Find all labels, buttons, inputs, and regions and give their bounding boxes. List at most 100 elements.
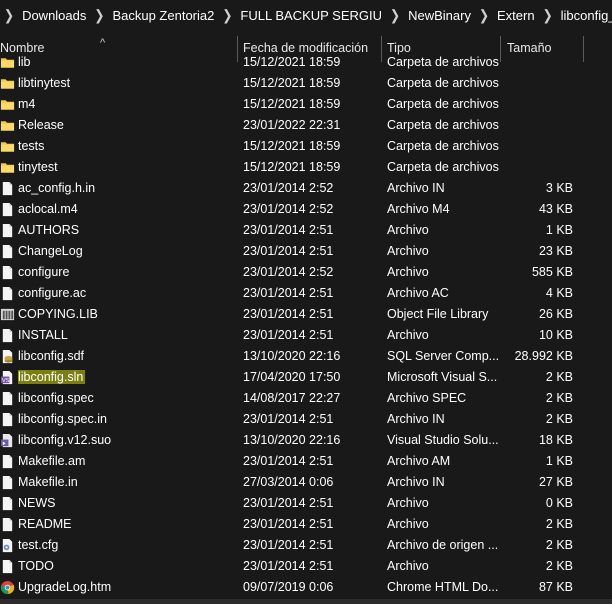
file-name: libtinytest <box>18 73 238 94</box>
file-row[interactable]: lib 15/12/2021 18:59 Carpeta de archivos <box>0 52 612 73</box>
file-type: Archivo <box>387 223 429 237</box>
file-type: Archivo <box>387 244 429 258</box>
file-type: Archivo AM <box>387 454 451 468</box>
file-row[interactable]: configure.ac 23/01/2014 2:51 Archivo AC 4 K… <box>0 283 612 304</box>
breadcrumb-item[interactable]: NewBinary <box>408 8 471 23</box>
file-date: 23/01/2014 2:51 <box>243 517 334 531</box>
file-row[interactable]: libconfig.spec.in 23/01/2014 2:51 Archivo … <box>0 409 612 430</box>
file-size <box>500 115 573 136</box>
file-icon <box>0 391 15 406</box>
file-row[interactable]: AUTHORS 23/01/2014 2:51 Archivo 1 KB <box>0 220 612 241</box>
file-row[interactable]: COPYING.LIB 23/01/2014 2:51 Object File Li… <box>0 304 612 325</box>
file-name-text: lib <box>18 55 31 69</box>
breadcrumb-item[interactable]: libconfig_source <box>561 8 612 23</box>
svg-text:VS: VS <box>2 378 10 384</box>
file-row[interactable]: libconfig.sdf 13/10/2020 22:16 SQL Server … <box>0 346 612 367</box>
file-row[interactable]: README 23/01/2014 2:51 Archivo 2 KB <box>0 514 612 535</box>
file-date: 15/12/2021 18:59 <box>243 76 341 90</box>
file-type: Carpeta de archivos <box>387 97 499 111</box>
file-name: NEWS <box>18 493 238 514</box>
file-row[interactable]: Makefile.am 23/01/2014 2:51 Archivo AM 1 KB <box>0 451 612 472</box>
file-size <box>500 52 573 73</box>
file-row[interactable]: INSTALL 23/01/2014 2:51 Archivo 10 KB <box>0 325 612 346</box>
file-date: 23/01/2014 2:51 <box>243 412 334 426</box>
file-date: 23/01/2014 2:52 <box>243 181 334 195</box>
file-name-text: README <box>18 517 72 531</box>
file-row[interactable]: Makefile.in 27/03/2014 0:06 Archivo IN 27 K… <box>0 472 612 493</box>
breadcrumb-item[interactable]: Backup Zentoria2 <box>112 8 214 23</box>
file-name: Makefile.in <box>18 472 238 493</box>
file-type: Archivo <box>387 265 429 279</box>
folder-icon <box>0 97 15 112</box>
file-type: Archivo <box>387 517 429 531</box>
file-row[interactable]: libconfig.v12.suo 13/10/2020 22:16 Visual … <box>0 430 612 451</box>
file-row[interactable]: TODO 23/01/2014 2:51 Archivo 2 KB <box>0 556 612 577</box>
file-row[interactable]: UpgradeLog.htm 09/07/2019 0:06 Chrome HTML… <box>0 577 612 598</box>
file-size: 2 KB <box>545 538 573 552</box>
file-size <box>500 73 573 94</box>
chevron-right-icon[interactable]: ❯ <box>382 7 408 24</box>
file-name: configure.ac <box>18 283 238 304</box>
file-icon <box>0 265 15 280</box>
file-type: Carpeta de archivos <box>387 139 499 153</box>
file-row[interactable]: ac_config.h.in 23/01/2014 2:52 Archivo IN 3… <box>0 178 612 199</box>
chevron-right-icon[interactable]: ❯ <box>214 7 240 24</box>
file-size: 43 KB <box>538 202 573 216</box>
chevron-right-icon[interactable]: ❯ <box>86 7 112 24</box>
file-date: 15/12/2021 18:59 <box>243 97 341 111</box>
file-name: README <box>18 514 238 535</box>
file-icon <box>0 202 15 217</box>
horizontal-scrollbar[interactable] <box>0 599 612 604</box>
file-name-text: NEWS <box>18 496 56 510</box>
file-date: 13/10/2020 22:16 <box>243 349 341 363</box>
file-date: 13/10/2020 22:16 <box>243 433 341 447</box>
file-row[interactable]: test.cfg 23/01/2014 2:51 Archivo de origen… <box>0 535 612 556</box>
breadcrumb-item[interactable]: FULL BACKUP SERGIU <box>240 8 382 23</box>
file-row[interactable]: NEWS 23/01/2014 2:51 Archivo 0 KB <box>0 493 612 514</box>
breadcrumb-item[interactable]: Downloads <box>22 8 86 23</box>
file-row[interactable]: configure 23/01/2014 2:52 Archivo 585 KB <box>0 262 612 283</box>
file-row[interactable]: aclocal.m4 23/01/2014 2:52 Archivo M4 43 KB <box>0 199 612 220</box>
file-size: 2 KB <box>545 517 573 531</box>
file-name: ac_config.h.in <box>18 178 238 199</box>
file-name: libconfig.sln <box>18 367 238 388</box>
file-row[interactable]: libconfig.spec 14/08/2017 22:27 Archivo SP… <box>0 388 612 409</box>
file-row[interactable]: ChangeLog 23/01/2014 2:51 Archivo 23 KB <box>0 241 612 262</box>
file-name-text: UpgradeLog.htm <box>18 580 112 594</box>
chevron-right-icon[interactable]: ❯ <box>535 7 561 24</box>
file-size: 87 KB <box>538 580 573 594</box>
file-date: 23/01/2014 2:51 <box>243 307 334 321</box>
file-row[interactable]: Release 23/01/2022 22:31 Carpeta de archiv… <box>0 115 612 136</box>
file-name-text: libconfig.sln <box>18 370 86 384</box>
file-name-text: configure.ac <box>18 286 87 300</box>
file-size: 2 KB <box>545 391 573 405</box>
file-size: 3 KB <box>545 181 573 195</box>
file-name: TODO <box>18 556 238 577</box>
file-date: 23/01/2014 2:52 <box>243 202 334 216</box>
file-name-text: aclocal.m4 <box>18 202 78 216</box>
file-row[interactable]: VS libconfig.sln 17/04/2020 17:50 Microsoft… <box>0 367 612 388</box>
file-name-text: Release <box>18 118 64 132</box>
file-name: libconfig.spec.in <box>18 409 238 430</box>
database-file-icon <box>0 349 15 364</box>
file-type: SQL Server Comp... <box>387 349 499 363</box>
folder-icon <box>0 76 15 91</box>
file-icon <box>0 181 15 196</box>
file-row[interactable]: libtinytest 15/12/2021 18:59 Carpeta de ar… <box>0 73 612 94</box>
file-name: Release <box>18 115 238 136</box>
chevron-right-icon[interactable]: ❯ <box>471 7 497 24</box>
file-row[interactable]: m4 15/12/2021 18:59 Carpeta de archivos <box>0 94 612 115</box>
file-type: Archivo IN <box>387 181 445 195</box>
file-row[interactable]: tests 15/12/2021 18:59 Carpeta de archivos <box>0 136 612 157</box>
chevron-right-icon[interactable]: ❯ <box>0 7 22 24</box>
file-size <box>500 136 573 157</box>
file-row[interactable]: tinytest 15/12/2021 18:59 Carpeta de archi… <box>0 157 612 178</box>
file-name: aclocal.m4 <box>18 199 238 220</box>
breadcrumb-item[interactable]: Extern <box>497 8 535 23</box>
file-date: 15/12/2021 18:59 <box>243 139 341 153</box>
file-date: 23/01/2014 2:51 <box>243 244 334 258</box>
file-name-text: AUTHORS <box>18 223 80 237</box>
file-name-text: ChangeLog <box>18 244 83 258</box>
file-type: Archivo AC <box>387 286 449 300</box>
file-type: Visual Studio Solu... <box>387 433 499 447</box>
